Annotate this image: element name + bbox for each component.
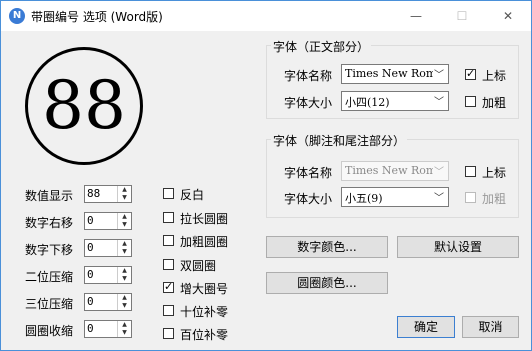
- spin-down-icon[interactable]: ▼: [118, 302, 131, 310]
- checkbox-box[interactable]: [163, 212, 174, 223]
- title-bar: N 带圈编号 选项 (Word版) — ☐ ✕: [1, 1, 531, 31]
- spin-down-icon[interactable]: ▼: [118, 194, 131, 202]
- spinner-arrows: ▲ ▼: [117, 267, 131, 283]
- spinner-arrows: ▲ ▼: [117, 294, 131, 310]
- body-font-name-select[interactable]: Times New Roman ﹀: [341, 64, 449, 84]
- notes-font-name-select: Times New Roman ﹀: [341, 161, 449, 181]
- group-title: 字体（脚注和尾注部分）: [271, 132, 408, 149]
- ok-button[interactable]: 确定: [397, 316, 455, 338]
- checkbox-box[interactable]: [163, 235, 174, 246]
- label-circle-shrink: 圆圈收缩: [25, 324, 74, 338]
- checkbox-box[interactable]: [163, 305, 174, 316]
- maximize-button: ☐: [456, 9, 468, 23]
- notes-font-size-select[interactable]: 小五(9) ﹀: [341, 187, 449, 207]
- spinner-value[interactable]: 0: [87, 268, 94, 281]
- spinner-arrows: ▲ ▼: [117, 213, 131, 229]
- checkbox-box[interactable]: [465, 96, 476, 107]
- spinner-arrows: ▲ ▼: [117, 240, 131, 256]
- checkbox-box[interactable]: [465, 166, 476, 177]
- checkbox-label: 上标: [482, 69, 507, 83]
- label-two-digit-compress: 二位压缩: [25, 270, 74, 284]
- spinner-value[interactable]: 0: [87, 322, 94, 335]
- label-font-name: 字体名称: [284, 69, 333, 83]
- checkbox-label: 反白: [180, 188, 205, 202]
- checkbox-box[interactable]: [163, 280, 174, 293]
- checkbox-label: 上标: [482, 166, 507, 180]
- circle-shrink-spinner[interactable]: 0 ▲ ▼: [84, 320, 132, 338]
- label-three-digit-compress: 三位压缩: [25, 297, 74, 311]
- spin-down-icon[interactable]: ▼: [118, 221, 131, 229]
- circled-number-preview: 88: [25, 47, 143, 165]
- spin-down-icon[interactable]: ▼: [118, 248, 131, 256]
- spinner-value[interactable]: 0: [87, 214, 94, 227]
- dialog-window: N 带圈编号 选项 (Word版) — ☐ ✕ 88 数值显示 88 ▲ ▼ 数…: [0, 0, 532, 351]
- select-value: Times New Roman: [345, 164, 433, 177]
- checkbox-label: 双圆圈: [180, 259, 217, 273]
- spin-up-icon[interactable]: ▲: [118, 240, 131, 248]
- body-font-size-select[interactable]: 小四(12) ﹀: [341, 91, 449, 111]
- checkbox-label: 加粗: [482, 96, 507, 110]
- checkbox-box[interactable]: [163, 328, 174, 339]
- chevron-down-icon[interactable]: ﹀: [434, 93, 444, 108]
- label-font-size: 字体大小: [284, 192, 333, 206]
- checkbox-label: 拉长圆圈: [180, 212, 229, 226]
- spin-down-icon[interactable]: ▼: [118, 275, 131, 283]
- spin-up-icon[interactable]: ▲: [118, 213, 131, 221]
- spinner-value[interactable]: 0: [87, 295, 94, 308]
- label-shift-down: 数字下移: [25, 243, 74, 257]
- checkbox-label: 增大圈号: [180, 282, 229, 296]
- spin-down-icon[interactable]: ▼: [118, 329, 131, 337]
- label-font-name: 字体名称: [284, 166, 333, 180]
- checkbox-box[interactable]: [465, 67, 476, 80]
- spin-up-icon[interactable]: ▲: [118, 294, 131, 302]
- checkbox-label: 加粗: [482, 192, 507, 206]
- checkbox-box[interactable]: [163, 259, 174, 270]
- spinner-value[interactable]: 0: [87, 241, 94, 254]
- select-value: Times New Roman: [345, 67, 433, 80]
- value-display-spinner[interactable]: 88 ▲ ▼: [84, 185, 132, 203]
- spinner-arrows: ▲ ▼: [117, 186, 131, 202]
- spinner-arrows: ▲ ▼: [117, 321, 131, 337]
- circle-color-button[interactable]: 圆圈颜色...: [266, 272, 388, 294]
- label-value-display: 数值显示: [25, 189, 74, 203]
- shift-down-spinner[interactable]: 0 ▲ ▼: [84, 239, 132, 257]
- chevron-down-icon: ﹀: [434, 167, 444, 178]
- label-font-size: 字体大小: [284, 96, 333, 110]
- spinner-value[interactable]: 88: [87, 187, 100, 200]
- checkbox-label: 百位补零: [180, 328, 229, 342]
- checkbox-box: [465, 192, 476, 203]
- label-shift-right: 数字右移: [25, 216, 74, 230]
- spin-up-icon[interactable]: ▲: [118, 321, 131, 329]
- select-value: 小五(9): [345, 192, 383, 205]
- chevron-down-icon[interactable]: ﹀: [434, 66, 444, 81]
- window-title: 带圈编号 选项 (Word版): [31, 10, 163, 24]
- checkbox-box[interactable]: [163, 188, 174, 199]
- two-digit-compress-spinner[interactable]: 0 ▲ ▼: [84, 266, 132, 284]
- cancel-button[interactable]: 取消: [462, 316, 519, 338]
- spin-up-icon[interactable]: ▲: [118, 267, 131, 275]
- minimize-button[interactable]: —: [393, 1, 439, 31]
- shift-right-spinner[interactable]: 0 ▲ ▼: [84, 212, 132, 230]
- chevron-down-icon[interactable]: ﹀: [434, 189, 444, 204]
- spin-up-icon[interactable]: ▲: [118, 186, 131, 194]
- app-icon: N: [9, 8, 25, 24]
- digit-color-button[interactable]: 数字颜色...: [266, 236, 388, 258]
- close-button[interactable]: ✕: [485, 1, 531, 31]
- select-value: 小四(12): [345, 96, 390, 109]
- three-digit-compress-spinner[interactable]: 0 ▲ ▼: [84, 293, 132, 311]
- default-settings-button[interactable]: 默认设置: [397, 236, 519, 258]
- checkbox-label: 加粗圆圈: [180, 235, 229, 249]
- checkbox-label: 十位补零: [180, 305, 229, 319]
- group-title: 字体（正文部分）: [271, 38, 372, 55]
